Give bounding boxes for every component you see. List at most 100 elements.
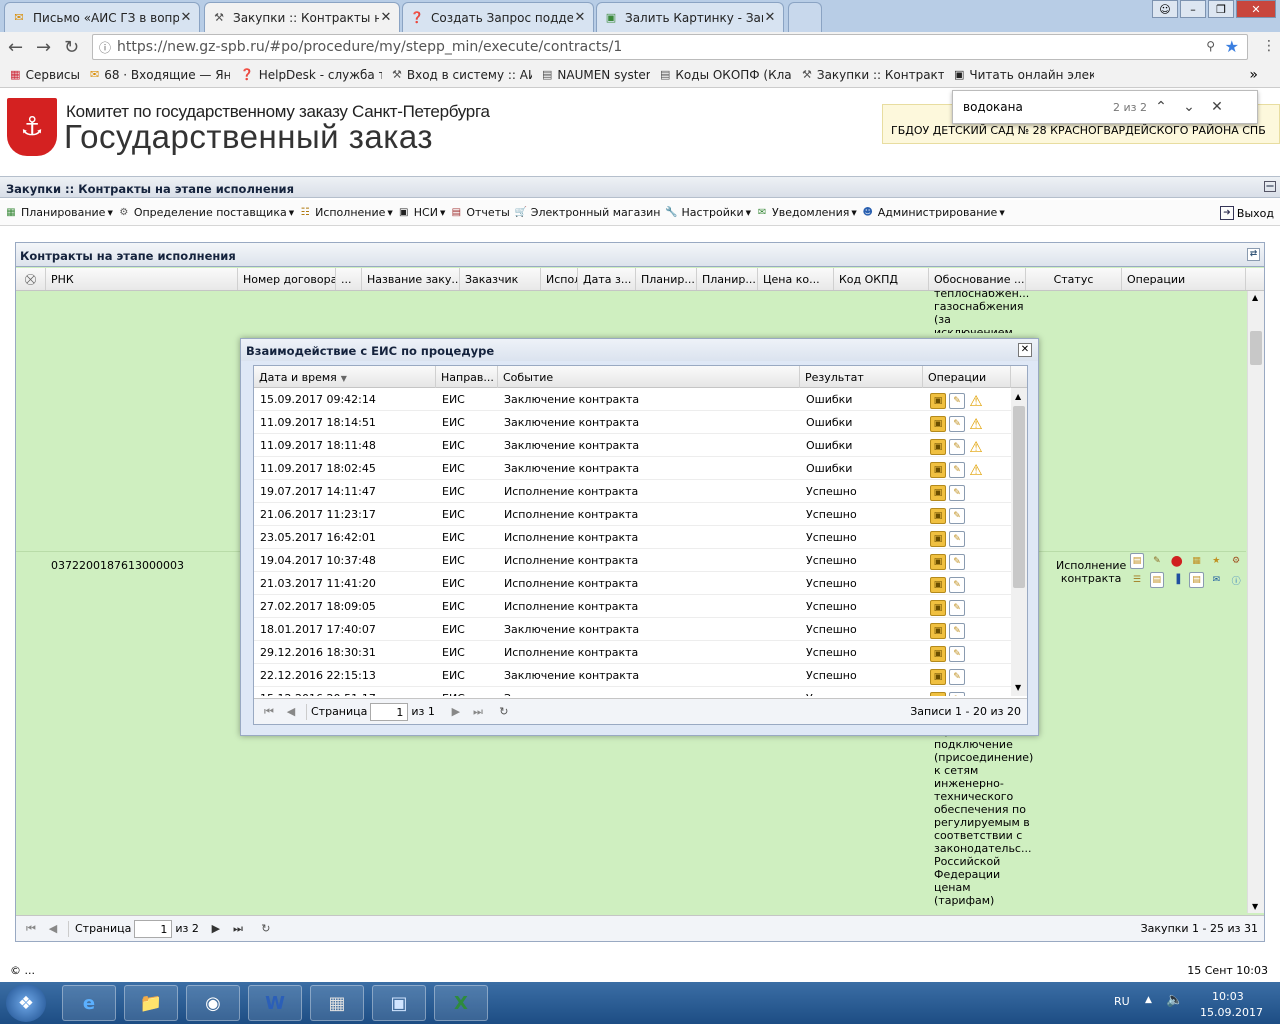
scroll-down-icon[interactable]: ▼	[1252, 902, 1258, 911]
tab-close-icon[interactable]: ✕	[379, 10, 393, 25]
chrome-icon[interactable]: ◉	[186, 985, 240, 1021]
column-header[interactable]: Цена ко...	[758, 268, 834, 290]
document-edit-icon[interactable]: ✎	[949, 623, 965, 639]
document-edit-icon[interactable]: ✎	[949, 508, 965, 524]
exit-button[interactable]: ➜ Выход	[1219, 206, 1274, 220]
document-edit-icon[interactable]: ✎	[949, 692, 965, 696]
dialog-row[interactable]: 19.04.2017 10:37:48 ЕИС Исполнение контрак…	[254, 549, 1011, 572]
excel-icon[interactable]: X	[434, 985, 488, 1021]
dialog-row[interactable]: 11.09.2017 18:14:51 ЕИС Заключение контрак…	[254, 411, 1011, 434]
dialog-row[interactable]: 18.01.2017 17:40:07 ЕИС Заключение контрак…	[254, 618, 1011, 641]
start-button-icon[interactable]: ❖	[6, 984, 46, 1022]
column-header[interactable]: Планир...	[636, 268, 697, 290]
menu-item-7[interactable]: ✉ Уведомления ▼	[755, 206, 857, 220]
dialog-row[interactable]: 21.06.2017 11:23:17 ЕИС Исполнение контрак…	[254, 503, 1011, 526]
column-header[interactable]: Планир...	[697, 268, 758, 290]
clock-date[interactable]: 15.09.2017	[1200, 1006, 1263, 1019]
dialog-row[interactable]: 15.12.2016 20:51:17 ЕИС Заключение контрак…	[254, 687, 1011, 696]
dialog-scroll-up-icon[interactable]: ▲	[1015, 392, 1021, 401]
contract-card-icon[interactable]: ▤	[1130, 553, 1145, 569]
document-edit-icon[interactable]: ✎	[949, 416, 965, 432]
document-edit-icon[interactable]: ✎	[949, 393, 965, 409]
warning-icon[interactable]: ⚠	[968, 392, 984, 410]
url-input[interactable]: ⓘ https://new.gz-spb.ru/#po/procedure/my…	[92, 34, 1248, 60]
column-header[interactable]: Обоснование ...	[929, 268, 1026, 290]
dialog-last-page-icon[interactable]: ⏭	[467, 705, 489, 719]
document-edit-icon[interactable]: ✎	[949, 531, 965, 547]
info-icon[interactable]: ⓘ	[1229, 572, 1243, 588]
column-header[interactable]: Название заку...	[362, 268, 460, 290]
column-header[interactable]: Дата з...	[578, 268, 636, 290]
calculator-icon[interactable]: ▦	[310, 985, 364, 1021]
edit-icon[interactable]: ✎	[1150, 553, 1164, 569]
new-tab-button[interactable]	[788, 2, 822, 32]
dialog-column-header[interactable]: Направ...	[436, 366, 498, 388]
document-edit-icon[interactable]: ✎	[949, 554, 965, 570]
document-edit-icon[interactable]: ✎	[949, 485, 965, 501]
package-icon[interactable]: ▣	[930, 692, 946, 696]
first-page-icon[interactable]: ⏮	[20, 922, 42, 936]
refresh-icon[interactable]: ↻	[255, 922, 277, 935]
bookmark-item[interactable]: ▣ Читать онлайн элект	[954, 67, 1094, 83]
package-icon[interactable]: ▣	[930, 439, 946, 455]
tray-arrow-icon[interactable]: ▲	[1145, 995, 1152, 1005]
tab-close-icon[interactable]: ✕	[179, 10, 193, 25]
column-header[interactable]: Статус	[1026, 268, 1122, 290]
dialog-column-header[interactable]: Операции	[923, 366, 1011, 388]
close-window-button[interactable]: ✕	[1236, 0, 1276, 18]
tab-close-icon[interactable]: ✕	[763, 10, 777, 25]
dialog-scroll-thumb[interactable]	[1013, 406, 1025, 588]
browser-tab[interactable]: ✉ Письмо «АИС ГЗ в вопр ✕	[4, 2, 200, 32]
dialog-row[interactable]: 11.09.2017 18:02:45 ЕИС Заключение контрак…	[254, 457, 1011, 480]
bookmark-item[interactable]: ⚒ Вход в систему :: АИ	[392, 67, 532, 83]
stop-icon[interactable]: ●	[1170, 553, 1184, 569]
package-icon[interactable]: ▣	[930, 577, 946, 593]
bookmark-item[interactable]: ❓ HelpDesk - служба те	[240, 67, 382, 83]
package-icon[interactable]: ▣	[930, 646, 946, 662]
document-edit-icon[interactable]: ✎	[949, 462, 965, 478]
ie-icon[interactable]: e	[62, 985, 116, 1021]
dialog-row[interactable]: 29.12.2016 18:30:31 ЕИС Исполнение контрак…	[254, 641, 1011, 664]
language-indicator[interactable]: RU	[1114, 995, 1130, 1008]
document-edit-icon[interactable]: ✎	[949, 577, 965, 593]
dialog-page-input[interactable]: 1	[370, 702, 409, 721]
prev-page-icon[interactable]: ◀	[42, 922, 64, 935]
menu-item-2[interactable]: ☷ Исполнение ▼	[298, 206, 393, 220]
bookmarks-more-icon[interactable]: »	[1249, 67, 1258, 83]
document-edit-icon[interactable]: ✎	[949, 439, 965, 455]
bookmark-item[interactable]: ▤ Коды ОКОПФ (Класс	[660, 67, 792, 83]
package-icon[interactable]: ▣	[930, 416, 946, 432]
package-icon[interactable]: ▣	[930, 669, 946, 685]
dialog-row[interactable]: 23.05.2017 16:42:01 ЕИС Исполнение контрак…	[254, 526, 1011, 549]
dialog-next-page-icon[interactable]: ▶	[445, 705, 467, 718]
dialog-row[interactable]: 11.09.2017 18:11:48 ЕИС Заключение контрак…	[254, 434, 1011, 457]
document-edit-icon[interactable]: ✎	[949, 600, 965, 616]
bookmark-item[interactable]: ▤ NAUMEN system	[542, 67, 650, 83]
package-icon[interactable]: ▣	[930, 508, 946, 524]
network-icon[interactable]: ▣	[372, 985, 426, 1021]
next-page-icon[interactable]: ▶	[205, 922, 227, 935]
filter-clear-icon[interactable]: ⛒	[16, 268, 46, 290]
find-input[interactable]: водокана	[963, 100, 1113, 114]
column-header[interactable]: Испол...	[541, 268, 578, 290]
clock-time[interactable]: 10:03	[1212, 990, 1244, 1003]
chart-icon[interactable]: ▦	[1190, 553, 1204, 569]
send-icon[interactable]: ✉	[1210, 572, 1224, 588]
menu-item-5[interactable]: 🛒 Электронный магазин	[514, 206, 661, 220]
forward-icon[interactable]: →	[36, 37, 51, 58]
dialog-row[interactable]: 27.02.2017 18:09:05 ЕИС Исполнение контрак…	[254, 595, 1011, 618]
report-icon[interactable]: ▤	[1189, 572, 1204, 588]
menu-item-6[interactable]: 🔧 Настройки ▼	[665, 206, 751, 220]
bookmark-item[interactable]: ✉ 68 · Входящие — Янд	[90, 67, 230, 83]
scroll-thumb[interactable]	[1250, 331, 1262, 365]
dialog-close-icon[interactable]: ✕	[1018, 343, 1032, 357]
word-icon[interactable]: W	[248, 985, 302, 1021]
column-header[interactable]: Код ОКПД	[834, 268, 929, 290]
warning-icon[interactable]: ⚠	[968, 461, 984, 479]
bars-icon[interactable]: ▐	[1170, 572, 1184, 588]
tab-close-icon[interactable]: ✕	[573, 10, 587, 25]
page-input[interactable]: 1	[134, 919, 173, 938]
volume-icon[interactable]: 🔈	[1166, 992, 1183, 1008]
dialog-refresh-icon[interactable]: ↻	[493, 705, 515, 718]
find-prev-icon[interactable]: ⌃	[1147, 99, 1175, 115]
